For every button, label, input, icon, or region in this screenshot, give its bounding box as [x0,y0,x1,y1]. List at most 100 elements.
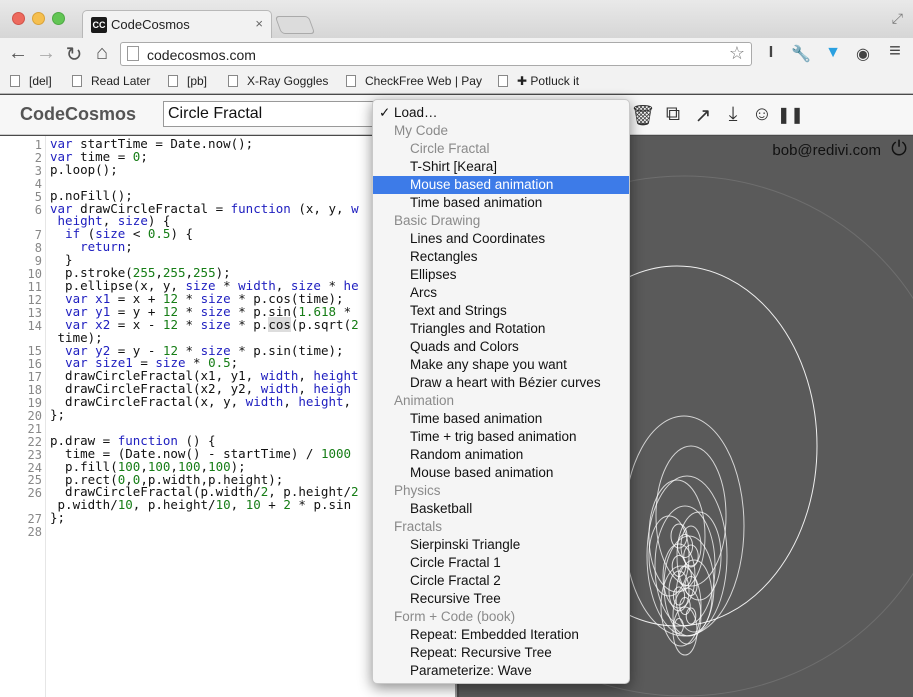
menu-item-label: T-Shirt [Keara] [410,159,498,174]
menu-item-label: Text and Strings [410,303,507,318]
menu-item[interactable]: Mouse based animation [373,176,629,194]
page-icon [498,75,508,87]
bookmark-item[interactable]: [del] [10,74,52,88]
line-number: 6 [34,202,42,217]
browser-tab[interactable]: CC CodeCosmos × [82,10,272,38]
bookmark-item[interactable]: CheckFree Web | Pay [346,74,482,88]
menu-item[interactable]: Random animation [373,446,629,464]
project-name-input[interactable] [163,101,383,127]
line-number: 5 [34,189,42,204]
browser-titlebar: CC CodeCosmos × ⤢ [0,0,913,38]
menu-group-header: Basic Drawing [373,212,629,230]
app-title: CodeCosmos [20,104,137,124]
menu-item[interactable]: Make any shape you want [373,356,629,374]
line-number: 26 [27,486,42,501]
trash-icon[interactable]: 🗑 [630,103,656,128]
fractal-circle [672,586,686,606]
fractal-circle [675,559,713,633]
menu-group-header: Fractals [373,518,629,536]
bookmark-star-icon[interactable]: ☆ [729,43,745,64]
menu-item[interactable]: Lines and Coordinates [373,230,629,248]
line-number: 14 [27,318,42,333]
menu-item[interactable]: Recursive Tree [373,590,629,608]
line-number: 17 [27,370,42,385]
duplicate-icon[interactable]: ⧉ [660,103,686,126]
menu-item-label: Circle Fractal 1 [410,555,501,570]
bookmark-item[interactable]: ✚ Potluck it [498,74,579,88]
smiley-icon[interactable]: ☺ [749,103,775,126]
menu-item[interactable]: Rectangles [373,248,629,266]
download-icon[interactable]: ⤓ [720,103,746,126]
menu-item-label: Physics [394,483,441,498]
line-number: 8 [34,241,42,256]
wrench-icon[interactable]: 🔧 [790,44,812,64]
chrome-menu-icon[interactable]: ≡ [884,40,906,63]
menu-item[interactable]: Ellipses [373,266,629,284]
bookmark-item[interactable]: X-Ray Goggles [228,74,328,88]
line-number: 2 [34,150,42,165]
menu-item[interactable]: Parameterize: Wave [373,662,629,680]
menu-item[interactable]: Quads and Colors [373,338,629,356]
menu-item[interactable]: Time based animation [373,194,629,212]
menu-item[interactable]: Circle Fractal 1 [373,554,629,572]
window-minimize-button[interactable] [32,12,45,25]
reload-icon[interactable]: ↻ [62,42,86,67]
line-number: 18 [27,383,42,398]
menu-item[interactable]: ✓ Load… [373,104,629,122]
extension-icon[interactable]: ▼ [822,44,844,62]
bookmark-item[interactable]: Read Later [72,74,150,88]
page-icon [127,46,139,61]
share-icon[interactable]: ↗ [690,103,716,128]
menu-item[interactable]: Text and Strings [373,302,629,320]
bookmark-item[interactable]: [pb] [168,74,207,88]
instapaper-icon[interactable]: I [760,44,782,62]
line-number: 16 [27,357,42,372]
mask-extension-icon[interactable]: ◉ [852,44,874,64]
menu-item[interactable]: Draw a heart with Bézier curves [373,374,629,392]
back-icon[interactable]: ← [6,42,30,65]
forward-icon[interactable]: → [34,42,58,65]
menu-item[interactable]: Mouse based animation [373,464,629,482]
line-number: 3 [34,163,42,178]
fullscreen-icon[interactable]: ⤢ [892,10,903,27]
menu-item-label: Circle Fractal [410,141,490,156]
menu-item-label: Draw a heart with Bézier curves [410,375,601,390]
menu-item[interactable]: Repeat: Recursive Tree [373,644,629,662]
code-text[interactable]: var startTime = Date.now(); var time = 0… [50,137,359,525]
menu-item[interactable]: Sierpinski Triangle [373,536,629,554]
menu-item-label: Mouse based animation [410,465,554,480]
menu-item[interactable]: Circle Fractal 2 [373,572,629,590]
menu-item[interactable]: Arcs [373,284,629,302]
menu-item-label: Random animation [410,447,524,462]
menu-item[interactable]: Triangles and Rotation [373,320,629,338]
window-zoom-button[interactable] [52,12,65,25]
menu-item-label: Time based animation [410,411,543,426]
menu-item[interactable]: Basketball [373,500,629,518]
menu-item-label: My Code [394,123,449,138]
menu-item[interactable]: Time based animation [373,410,629,428]
load-dropdown-menu[interactable]: ✓ Load… My Code Circle Fractal T-Shirt [Kear… [372,99,630,684]
address-bar[interactable]: codecosmos.com ☆ [120,42,752,66]
power-icon[interactable]: ⏻ [891,138,907,161]
menu-group-header: Animation [373,392,629,410]
menu-item[interactable]: Circle Fractal [373,140,629,158]
menu-item[interactable]: T-Shirt [Keara] [373,158,629,176]
new-tab-button[interactable] [274,16,316,34]
home-icon[interactable]: ⌂ [90,42,114,65]
menu-item[interactable]: Repeat: Embedded Iteration [373,626,629,644]
menu-item[interactable]: Time + trig based animation [373,428,629,446]
window-close-button[interactable] [12,12,25,25]
menu-item-label: Time based animation [410,195,543,210]
line-number: 24 [27,460,42,475]
menu-item-label: Ellipses [410,267,457,282]
page-icon [228,75,238,87]
menu-item-label: Mouse based animation [410,177,554,192]
menu-item-label: Basketball [410,501,473,516]
menu-item-label: Repeat: Embedded Iteration [410,627,579,642]
line-number: 22 [27,434,42,449]
tab-close-icon[interactable]: × [255,16,263,31]
menu-item-label: Basic Drawing [394,213,481,228]
line-number: 23 [27,447,42,462]
pause-icon[interactable]: ❚❚ [777,105,804,125]
page-icon [346,75,356,87]
